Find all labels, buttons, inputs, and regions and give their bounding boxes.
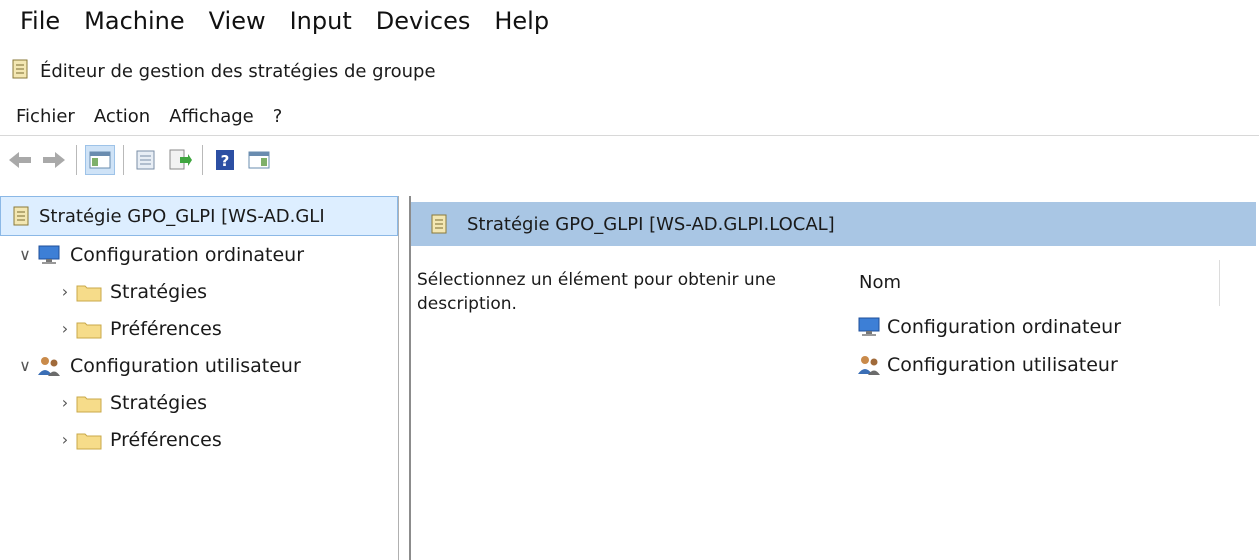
menu-fichier[interactable]: Fichier	[16, 106, 75, 127]
policy-icon	[13, 205, 31, 227]
chevron-right-icon[interactable]: ›	[54, 393, 76, 412]
console-tree: Stratégie GPO_GLPI [WS-AD.GLI ∨ Configur…	[0, 196, 399, 560]
menu-affichage[interactable]: Affichage	[169, 106, 254, 127]
details-pane: Stratégie GPO_GLPI [WS-AD.GLPI.LOCAL] Sé…	[411, 196, 1259, 560]
tree-item-label: Configuration utilisateur	[70, 354, 301, 377]
tree-item-computer-preferences[interactable]: › Préférences	[0, 310, 398, 347]
folder-icon	[76, 430, 102, 450]
properties-button[interactable]	[132, 146, 160, 174]
forward-button[interactable]	[40, 146, 68, 174]
policy-icon	[431, 213, 449, 235]
column-separator[interactable]	[1219, 260, 1220, 306]
help-icon: ?	[216, 150, 234, 170]
show-action-pane-icon	[248, 151, 270, 169]
help-button[interactable]: ?	[211, 146, 239, 174]
window-titlebar: Éditeur de gestion des stratégies de gro…	[0, 50, 1259, 92]
folder-icon	[76, 319, 102, 339]
toolbar-separator	[202, 145, 203, 175]
toolbar: ?	[0, 136, 1259, 184]
tree-item-label: Configuration ordinateur	[70, 243, 305, 266]
chevron-down-icon[interactable]: ∨	[14, 356, 36, 375]
list-item-label: Configuration utilisateur	[887, 354, 1118, 376]
chevron-down-icon[interactable]: ∨	[14, 245, 36, 264]
tree-item-user-preferences[interactable]: › Préférences	[0, 421, 398, 458]
vm-menu-view[interactable]: View	[209, 7, 266, 35]
chevron-right-icon[interactable]: ›	[54, 282, 76, 301]
toolbar-separator	[123, 145, 124, 175]
vm-menu-machine[interactable]: Machine	[84, 7, 184, 35]
export-list-button[interactable]	[166, 146, 194, 174]
show-hide-console-tree-icon	[89, 151, 111, 169]
tree-item-user-config[interactable]: ∨ Configuration utilisateur	[0, 347, 398, 384]
computer-icon	[855, 316, 883, 338]
show-hide-tree-button[interactable]	[85, 145, 115, 175]
tree-root-gpo[interactable]: Stratégie GPO_GLPI [WS-AD.GLI	[0, 196, 398, 236]
details-header: Stratégie GPO_GLPI [WS-AD.GLPI.LOCAL]	[411, 202, 1256, 246]
back-arrow-icon	[9, 152, 31, 168]
vm-menu-input[interactable]: Input	[290, 7, 352, 35]
users-icon	[855, 354, 883, 376]
menu-action[interactable]: Action	[94, 106, 150, 127]
tree-item-label: Préférences	[110, 428, 222, 451]
window-title: Éditeur de gestion des stratégies de gro…	[40, 60, 436, 82]
export-list-icon	[169, 149, 192, 170]
tree-item-user-strategies[interactable]: › Stratégies	[0, 384, 398, 421]
users-icon	[36, 355, 62, 377]
computer-icon	[36, 244, 62, 266]
tree-item-label: Stratégies	[110, 280, 208, 303]
folder-icon	[76, 393, 102, 413]
details-header-title: Stratégie GPO_GLPI [WS-AD.GLPI.LOCAL]	[467, 213, 835, 235]
properties-icon	[136, 150, 155, 170]
folder-icon	[76, 282, 102, 302]
forward-arrow-icon	[43, 152, 65, 168]
back-button[interactable]	[6, 146, 34, 174]
tree-item-computer-strategies[interactable]: › Stratégies	[0, 273, 398, 310]
tree-item-computer-config[interactable]: ∨ Configuration ordinateur	[0, 236, 398, 273]
tree-root-label: Stratégie GPO_GLPI [WS-AD.GLI	[39, 205, 325, 227]
list-item-label: Configuration ordinateur	[887, 316, 1122, 338]
description-text: Sélectionnez un élément pour obtenir une…	[417, 270, 776, 314]
svg-text:?: ?	[221, 152, 230, 170]
show-action-pane-button[interactable]	[245, 146, 273, 174]
chevron-right-icon[interactable]: ›	[54, 430, 76, 449]
vm-menu-file[interactable]: File	[20, 7, 60, 35]
app-menubar: Fichier Action Affichage ?	[0, 97, 1259, 136]
tree-item-label: Stratégies	[110, 391, 208, 414]
column-header-nom[interactable]: Nom	[859, 272, 901, 293]
details-body: Sélectionnez un élément pour obtenir une…	[411, 246, 1259, 546]
tree-item-label: Préférences	[110, 317, 222, 340]
toolbar-separator	[76, 145, 77, 175]
chevron-right-icon[interactable]: ›	[54, 319, 76, 338]
menu-help[interactable]: ?	[273, 106, 283, 127]
list-item-computer-config[interactable]: Configuration ordinateur	[855, 316, 1121, 338]
vm-menu-help[interactable]: Help	[494, 7, 549, 35]
list-item-user-config[interactable]: Configuration utilisateur	[855, 354, 1118, 376]
pane-splitter[interactable]	[399, 196, 411, 560]
vm-menubar: File Machine View Input Devices Help	[0, 0, 1259, 42]
policy-icon	[12, 58, 30, 85]
vm-menu-devices[interactable]: Devices	[376, 7, 471, 35]
